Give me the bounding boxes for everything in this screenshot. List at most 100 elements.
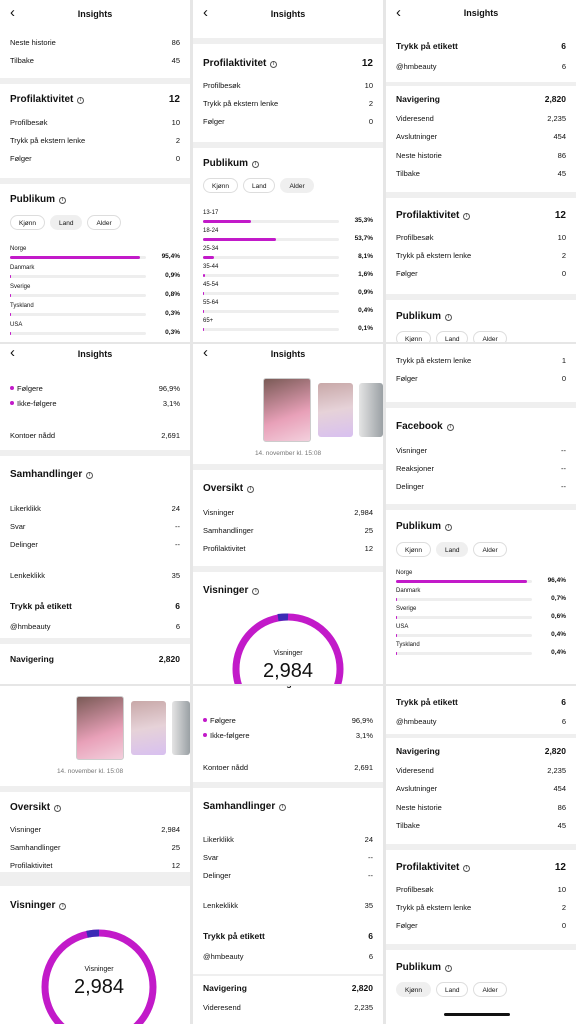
- chip-group: Kjønn Land Alder: [203, 178, 314, 193]
- row-navigering: Navigering 2,820: [396, 746, 566, 756]
- profile-activity-card: Trykk på ekstern lenke 1 Følger 0: [386, 344, 576, 402]
- info-icon[interactable]: i: [252, 161, 260, 168]
- panel-4: ‹ Insights Følgere 96,9% Ikke-følgere 3,1%…: [0, 344, 190, 684]
- bar-track: [10, 256, 146, 259]
- bar-row: 55-64 0,4%: [203, 300, 373, 320]
- row-delinger: Delinger --: [203, 870, 373, 880]
- story-preview-card: 14. november kl. 15:08: [0, 686, 190, 786]
- panel-3: ‹ Insights Trykk på etikett 6 @hmbeauty 6 …: [386, 0, 576, 342]
- row-videresend: Videresend 2,235: [396, 765, 566, 775]
- row-ekstern-lenke: Trykk på ekstern lenke 2: [203, 98, 373, 108]
- profile-activity-card: Profilaktivitet i 12 Profilbesøk 10 Trykk p…: [386, 850, 576, 944]
- row-samhandlinger: Samhandlinger 25: [203, 525, 373, 535]
- row-folger: Følger 0: [396, 268, 566, 278]
- gauge-value: 2,984: [262, 660, 314, 682]
- row-folgere: Følgere 96,9%: [203, 714, 373, 726]
- info-icon[interactable]: i: [247, 486, 255, 493]
- gauge-label: Visninger: [84, 966, 114, 973]
- row-hmbeauty: @hmbeauty 6: [396, 716, 566, 726]
- section-header-visninger: Visninger i: [10, 900, 180, 911]
- row-navigering: Navigering 2,820: [203, 983, 373, 993]
- panel-8: Insights Følgere96,9% Ikke-følgere3,1% K…: [193, 686, 383, 1024]
- row-lenkeklikk: Lenkeklikk 35: [10, 570, 180, 580]
- chip-alder[interactable]: Alder: [280, 178, 314, 193]
- row-trykk-etikett: Trykk på etikett 6: [10, 601, 180, 611]
- navigation-card: Navigering 2,820: [0, 644, 190, 684]
- story-thumbnail[interactable]: [359, 383, 383, 437]
- chip-land[interactable]: Land: [435, 331, 469, 342]
- info-icon[interactable]: i: [59, 197, 67, 204]
- row-visninger: Visninger 2,984: [203, 507, 373, 517]
- views-card: Visninger i Visninger 2,984: [0, 886, 190, 1024]
- chip-alder[interactable]: Alder: [473, 982, 507, 997]
- bar-row: Sverige 0,8%: [10, 284, 180, 304]
- story-thumbnail[interactable]: [318, 383, 353, 437]
- row-neste-historie: Neste historie 86: [396, 150, 566, 160]
- chip-alder[interactable]: Alder: [473, 331, 507, 342]
- views-card: Visninger i Visninger 2,984: [193, 572, 383, 684]
- info-icon[interactable]: i: [270, 61, 278, 68]
- info-icon[interactable]: i: [445, 314, 453, 321]
- row-folgere: Følgere 96,9%: [10, 382, 180, 394]
- bar-value: 0,6%: [551, 613, 566, 620]
- section-header-publikum: Publikum i: [10, 194, 180, 205]
- bar-row: USA 0,3%: [10, 322, 180, 342]
- bar-label: Danmark: [10, 265, 35, 271]
- story-thumbnail[interactable]: [131, 701, 166, 755]
- chip-kjonn[interactable]: Kjønn: [396, 982, 431, 997]
- navigation-card: Neste historie 86 Tilbake 45: [0, 28, 190, 78]
- profile-activity-card: Profilaktivitet i 12 Profilbesøk 10 Trykk p…: [193, 44, 383, 142]
- info-icon[interactable]: i: [463, 865, 471, 872]
- info-icon[interactable]: i: [54, 805, 62, 812]
- chip-land[interactable]: Land: [242, 178, 276, 193]
- chip-kjonn[interactable]: Kjønn: [203, 178, 238, 193]
- bar-track: [203, 220, 339, 223]
- info-icon[interactable]: i: [445, 965, 453, 972]
- info-icon[interactable]: i: [445, 524, 453, 531]
- row-tilbake: Tilbake 45: [10, 55, 180, 65]
- chip-land[interactable]: Land: [435, 982, 469, 997]
- story-thumbnail[interactable]: [76, 696, 124, 760]
- bar-track: [396, 580, 532, 583]
- bar-fill: [203, 238, 277, 241]
- chip-kjonn[interactable]: Kjønn: [396, 542, 431, 557]
- chip-land[interactable]: Land: [435, 542, 469, 557]
- chip-alder[interactable]: Alder: [473, 542, 507, 557]
- bar-label: USA: [396, 624, 409, 630]
- chip-kjonn[interactable]: Kjønn: [396, 331, 431, 342]
- row-reaksjoner: Reaksjoner --: [396, 463, 566, 473]
- section-header-visninger: Visninger i: [203, 585, 373, 596]
- bar-row: USA 0,4%: [396, 624, 566, 644]
- info-icon[interactable]: i: [77, 97, 85, 104]
- row-tilbake: Tilbake 45: [396, 168, 566, 178]
- info-icon[interactable]: i: [446, 424, 454, 431]
- home-indicator[interactable]: [444, 1013, 510, 1016]
- row-delinger: Delinger --: [10, 539, 180, 549]
- info-icon[interactable]: i: [59, 903, 67, 910]
- bar-track: [10, 313, 146, 316]
- bar-fill: [203, 220, 251, 223]
- row-kontoer-nadd: Kontoer nådd 2,691: [203, 762, 373, 772]
- audience-card: Publikum i Kjønn Land Alder Norge 95,4% Dan…: [0, 184, 190, 342]
- info-icon[interactable]: i: [252, 588, 260, 595]
- story-thumbnail[interactable]: [172, 701, 190, 755]
- bar-track: [10, 275, 146, 278]
- panel-7: 14. november kl. 15:08 Oversikt i Visning…: [0, 686, 190, 1024]
- chip-land[interactable]: Land: [49, 215, 83, 230]
- bar-value: 96,4%: [547, 577, 566, 584]
- navigation-card: Navigering 2,820 Videresend 2,235: [193, 976, 383, 1024]
- row-samhandlinger: Samhandlinger 25: [10, 842, 180, 852]
- row-avslutninger: Avslutninger 454: [396, 783, 566, 793]
- top-bar: ‹ Insights: [386, 0, 576, 30]
- chip-kjonn[interactable]: Kjønn: [10, 215, 45, 230]
- section-header-profilaktivitet: Profilaktivitet i 12: [396, 210, 566, 221]
- info-icon[interactable]: i: [86, 472, 94, 479]
- info-icon[interactable]: i: [463, 213, 471, 220]
- info-icon[interactable]: i: [279, 804, 287, 811]
- chip-alder[interactable]: Alder: [87, 215, 121, 230]
- story-thumbnail[interactable]: [263, 378, 311, 442]
- row-profilbesok: Profilbesøk 10: [10, 117, 180, 127]
- interactions-card: Samhandlinger i Likerklikk 24 Svar -- Delin…: [193, 788, 383, 922]
- row-ikke-folgere: Ikke-følgere 3,1%: [203, 729, 373, 741]
- bar-fill: [10, 294, 12, 297]
